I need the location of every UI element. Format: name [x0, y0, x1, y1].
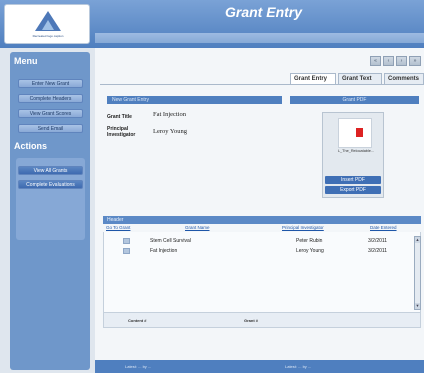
- table-row-pi: Peter Rubin: [296, 238, 323, 244]
- tab-grant-entry[interactable]: Grant Entry: [290, 73, 336, 84]
- status-footer: Latest: ... by ... Latest: ... by ...: [95, 360, 424, 373]
- table-row-pi: Leroy Young: [296, 248, 324, 254]
- grant-pdf-section-header: Grant PDF: [290, 96, 419, 104]
- content-count-label: Content #: [128, 318, 147, 323]
- sidebar-item-complete-evaluations[interactable]: Complete Evaluations: [18, 180, 83, 189]
- next-record-button[interactable]: ›: [396, 56, 407, 66]
- sidebar-item-view-grant-scores[interactable]: View Grant Scores: [18, 109, 83, 118]
- go-to-grant-button[interactable]: [123, 238, 130, 244]
- first-record-button[interactable]: «: [370, 56, 381, 66]
- insert-pdf-button[interactable]: Insert PDF: [325, 176, 381, 184]
- pdf-icon: [356, 128, 363, 137]
- grant-title-value[interactable]: Fat Injection: [153, 111, 186, 118]
- scroll-down-icon[interactable]: ▼: [415, 303, 420, 309]
- footer-left-text: Latest: ... by ...: [125, 364, 152, 369]
- page-title: Grant Entry: [225, 4, 303, 20]
- actions-heading: Actions: [14, 141, 48, 151]
- table-row-date: 3/2/2011: [368, 238, 388, 244]
- new-grant-section-header: New Grant Entry: [107, 96, 282, 104]
- grant-title-label: Grant Title: [107, 114, 132, 120]
- export-pdf-button[interactable]: Export PDF: [325, 186, 381, 194]
- logo-caption: Recreated logo caption: [32, 34, 64, 38]
- table-scrollbar[interactable]: ▲ ▼: [414, 236, 421, 310]
- tab-comments[interactable]: Comments: [384, 73, 424, 84]
- pi-value[interactable]: Leroy Young: [153, 128, 187, 135]
- tab-divider: [100, 84, 424, 85]
- col-go-to-grant[interactable]: Go To Grant: [106, 225, 130, 230]
- menu-heading: Menu: [14, 56, 38, 66]
- scroll-up-icon[interactable]: ▲: [415, 237, 420, 243]
- col-grant-name[interactable]: Grant Name: [185, 225, 210, 230]
- sidebar-item-send-email[interactable]: Send Email: [18, 124, 83, 133]
- sidebar-item-complete-headers[interactable]: Complete Headers: [18, 94, 83, 103]
- header-band: [95, 33, 424, 43]
- logo-triangle-inner-icon: [42, 20, 54, 30]
- sidebar-item-enter-new-grant[interactable]: Enter New Grant: [18, 79, 83, 88]
- logo: Recreated logo caption: [4, 4, 90, 44]
- col-date-entered[interactable]: Date Entered: [370, 225, 397, 230]
- table-row-grant-name: Stem Cell Survival: [150, 238, 191, 244]
- pdf-thumbnail[interactable]: [338, 118, 372, 148]
- prev-record-button[interactable]: ‹: [383, 56, 394, 66]
- app-header: Recreated logo caption Grant Entry: [0, 0, 424, 48]
- pi-label: Principal Investigator: [107, 126, 136, 138]
- go-to-grant-button[interactable]: [123, 248, 130, 254]
- col-principal-investigator[interactable]: Principal Investigator: [282, 225, 324, 230]
- grant-count-label: Grant #: [244, 318, 259, 323]
- tab-grant-text[interactable]: Grant Text: [338, 73, 382, 84]
- grid-footer: [103, 312, 421, 328]
- pdf-file-name: L_The_Relocatable...: [337, 149, 375, 153]
- grid-header: Header: [103, 216, 421, 224]
- last-record-button[interactable]: »: [409, 56, 421, 66]
- sidebar: Menu Enter New Grant Complete Headers Vi…: [10, 52, 90, 370]
- grant-table: [103, 232, 421, 312]
- actions-panel: View All Grants Complete Evaluations: [16, 158, 85, 240]
- table-row-date: 3/2/2011: [368, 248, 388, 254]
- footer-right-text: Latest: ... by ...: [285, 364, 312, 369]
- sidebar-item-view-all-grants[interactable]: View All Grants: [18, 166, 83, 175]
- table-row-grant-name: Fat Injection: [150, 248, 178, 254]
